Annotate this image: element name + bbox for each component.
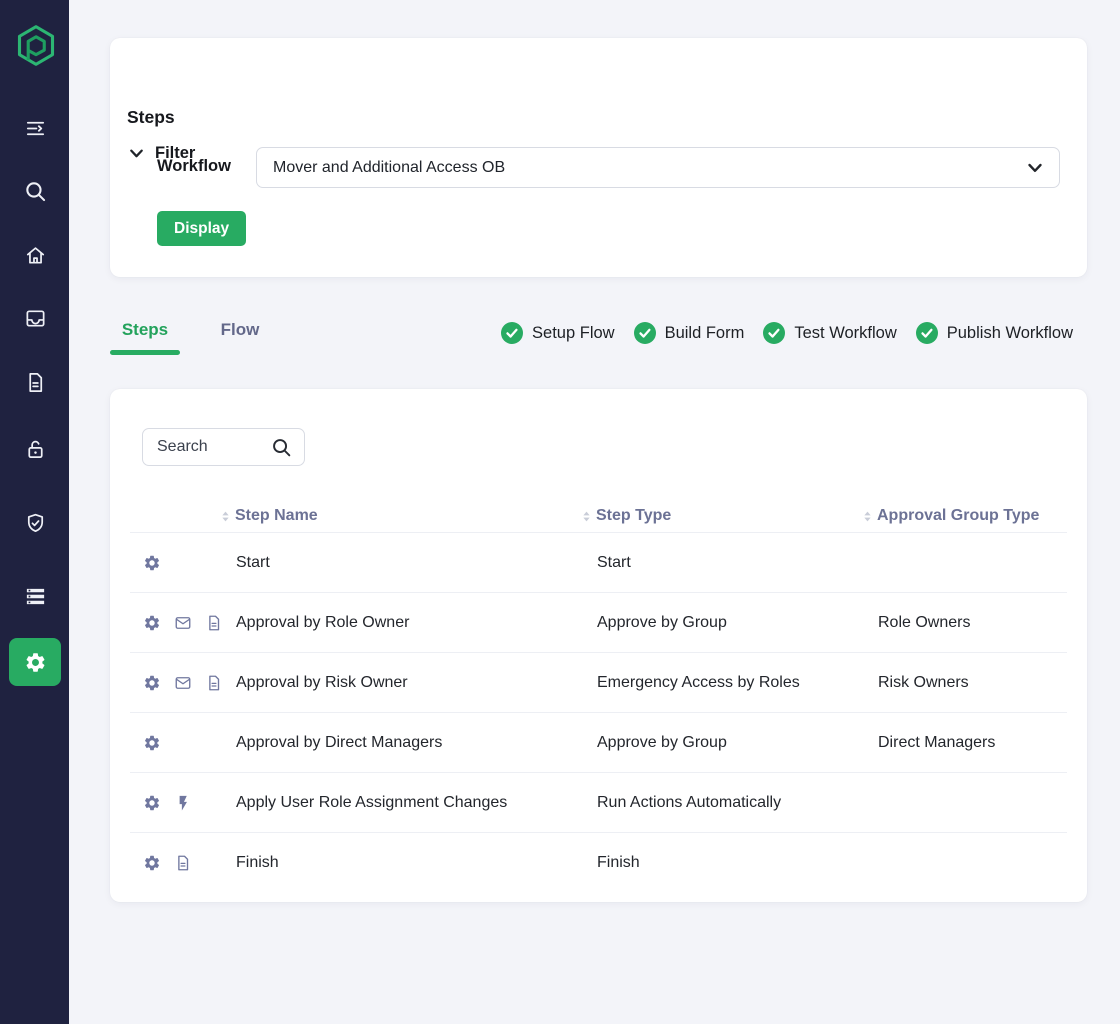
check-circle-icon: [634, 322, 656, 344]
sort-icon: [863, 510, 872, 523]
gear-icon[interactable]: [143, 734, 161, 752]
gear-icon[interactable]: [143, 614, 161, 632]
approval-group-type: Direct Managers: [878, 734, 1067, 752]
step-name: Approval by Risk Owner: [236, 674, 597, 692]
check-circle-icon: [501, 322, 523, 344]
sidebar: [0, 0, 69, 1024]
step-type: Finish: [597, 854, 878, 872]
gear-icon[interactable]: [143, 794, 161, 812]
progress-label: Setup Flow: [532, 324, 615, 343]
chevron-down-icon: [127, 144, 146, 163]
progress-label: Publish Workflow: [947, 324, 1073, 343]
progress-label: Build Form: [665, 324, 745, 343]
document-icon[interactable]: [205, 674, 223, 692]
search-icon[interactable]: [271, 437, 292, 458]
step-type: Start: [597, 554, 878, 572]
menu-expand-icon: [24, 117, 47, 140]
document-icon[interactable]: [174, 854, 192, 872]
step-name: Approval by Direct Managers: [236, 734, 597, 752]
search-icon: [24, 180, 47, 203]
column-header-step-type[interactable]: Step Type: [582, 507, 863, 525]
table-row[interactable]: Start Start: [130, 532, 1067, 592]
storage-icon: [24, 585, 47, 608]
step-type: Emergency Access by Roles: [597, 674, 878, 692]
sidebar-item-menu-expand[interactable]: [15, 108, 55, 148]
approval-group-type: Risk Owners: [878, 674, 1067, 692]
search-box: [142, 428, 305, 466]
column-header-step-name[interactable]: Step Name: [221, 507, 582, 525]
progress-setup-flow: Setup Flow: [501, 322, 615, 344]
table-row[interactable]: Finish Finish: [130, 832, 1067, 892]
column-header-approval-group-type[interactable]: Approval Group Type: [863, 507, 1067, 525]
bolt-icon[interactable]: [174, 794, 192, 812]
workflow-select[interactable]: Mover and Additional Access OB: [256, 147, 1060, 188]
sort-icon: [221, 510, 230, 523]
progress-publish-workflow: Publish Workflow: [916, 322, 1073, 344]
table-row[interactable]: Apply User Role Assignment Changes Run A…: [130, 772, 1067, 832]
display-button[interactable]: Display: [157, 211, 246, 246]
page-title: Steps: [127, 107, 175, 128]
steps-table: Step Name Step Type Approval Group Type …: [130, 500, 1067, 892]
workflow-select-value: Mover and Additional Access OB: [273, 159, 1025, 177]
row-actions: [143, 734, 236, 752]
tab-row: Steps Flow Setup Flow Build Form Test Wo…: [110, 318, 1087, 360]
shield-check-icon: [24, 512, 47, 535]
home-icon: [24, 244, 47, 267]
table-header-row: Step Name Step Type Approval Group Type: [130, 500, 1067, 532]
sidebar-item-inbox[interactable]: [15, 298, 55, 338]
check-circle-icon: [916, 322, 938, 344]
sidebar-item-settings[interactable]: [9, 638, 61, 686]
step-name: Start: [236, 554, 597, 572]
table-row[interactable]: Approval by Risk Owner Emergency Access …: [130, 652, 1067, 712]
sidebar-item-search[interactable]: [15, 171, 55, 211]
step-type: Approve by Group: [597, 734, 878, 752]
sort-icon: [582, 510, 591, 523]
gear-icon[interactable]: [143, 554, 161, 572]
sidebar-item-access[interactable]: [15, 429, 55, 469]
sidebar-item-documents[interactable]: [15, 362, 55, 402]
step-name: Approval by Role Owner: [236, 614, 597, 632]
progress-label: Test Workflow: [794, 324, 896, 343]
filter-card: Steps Filter Workflow Mover and Addition…: [110, 38, 1087, 277]
gear-icon[interactable]: [143, 854, 161, 872]
tab-steps[interactable]: Steps: [110, 320, 180, 340]
gear-icon: [24, 651, 47, 674]
row-actions: [143, 854, 236, 872]
sidebar-item-data[interactable]: [15, 576, 55, 616]
workflow-progress: Setup Flow Build Form Test Workflow Publ…: [501, 318, 1073, 348]
progress-build-form: Build Form: [634, 322, 745, 344]
check-circle-icon: [763, 322, 785, 344]
step-type: Approve by Group: [597, 614, 878, 632]
table-row[interactable]: Approval by Role Owner Approve by Group …: [130, 592, 1067, 652]
mail-icon[interactable]: [174, 614, 192, 632]
table-row[interactable]: Approval by Direct Managers Approve by G…: [130, 712, 1067, 772]
gear-icon[interactable]: [143, 674, 161, 692]
mail-icon[interactable]: [174, 674, 192, 692]
document-icon: [24, 371, 47, 394]
sidebar-item-compliance[interactable]: [15, 503, 55, 543]
row-actions: [143, 674, 236, 692]
inbox-icon: [24, 307, 47, 330]
approval-group-type: Role Owners: [878, 614, 1067, 632]
unlock-icon: [24, 438, 47, 461]
document-icon[interactable]: [205, 614, 223, 632]
tab-flow[interactable]: Flow: [210, 320, 270, 340]
sidebar-item-home[interactable]: [15, 235, 55, 275]
search-input[interactable]: [157, 438, 271, 456]
row-actions: [143, 554, 236, 572]
row-actions: [143, 794, 236, 812]
step-name: Apply User Role Assignment Changes: [236, 794, 597, 812]
chevron-down-icon: [1025, 158, 1045, 178]
row-actions: [143, 614, 236, 632]
steps-table-card: Step Name Step Type Approval Group Type …: [110, 389, 1087, 902]
workflow-label: Workflow: [157, 157, 231, 176]
active-tab-underline: [110, 350, 180, 355]
step-name: Finish: [236, 854, 597, 872]
step-type: Run Actions Automatically: [597, 794, 878, 812]
progress-test-workflow: Test Workflow: [763, 322, 896, 344]
hexagon-logo-icon: [14, 23, 58, 68]
